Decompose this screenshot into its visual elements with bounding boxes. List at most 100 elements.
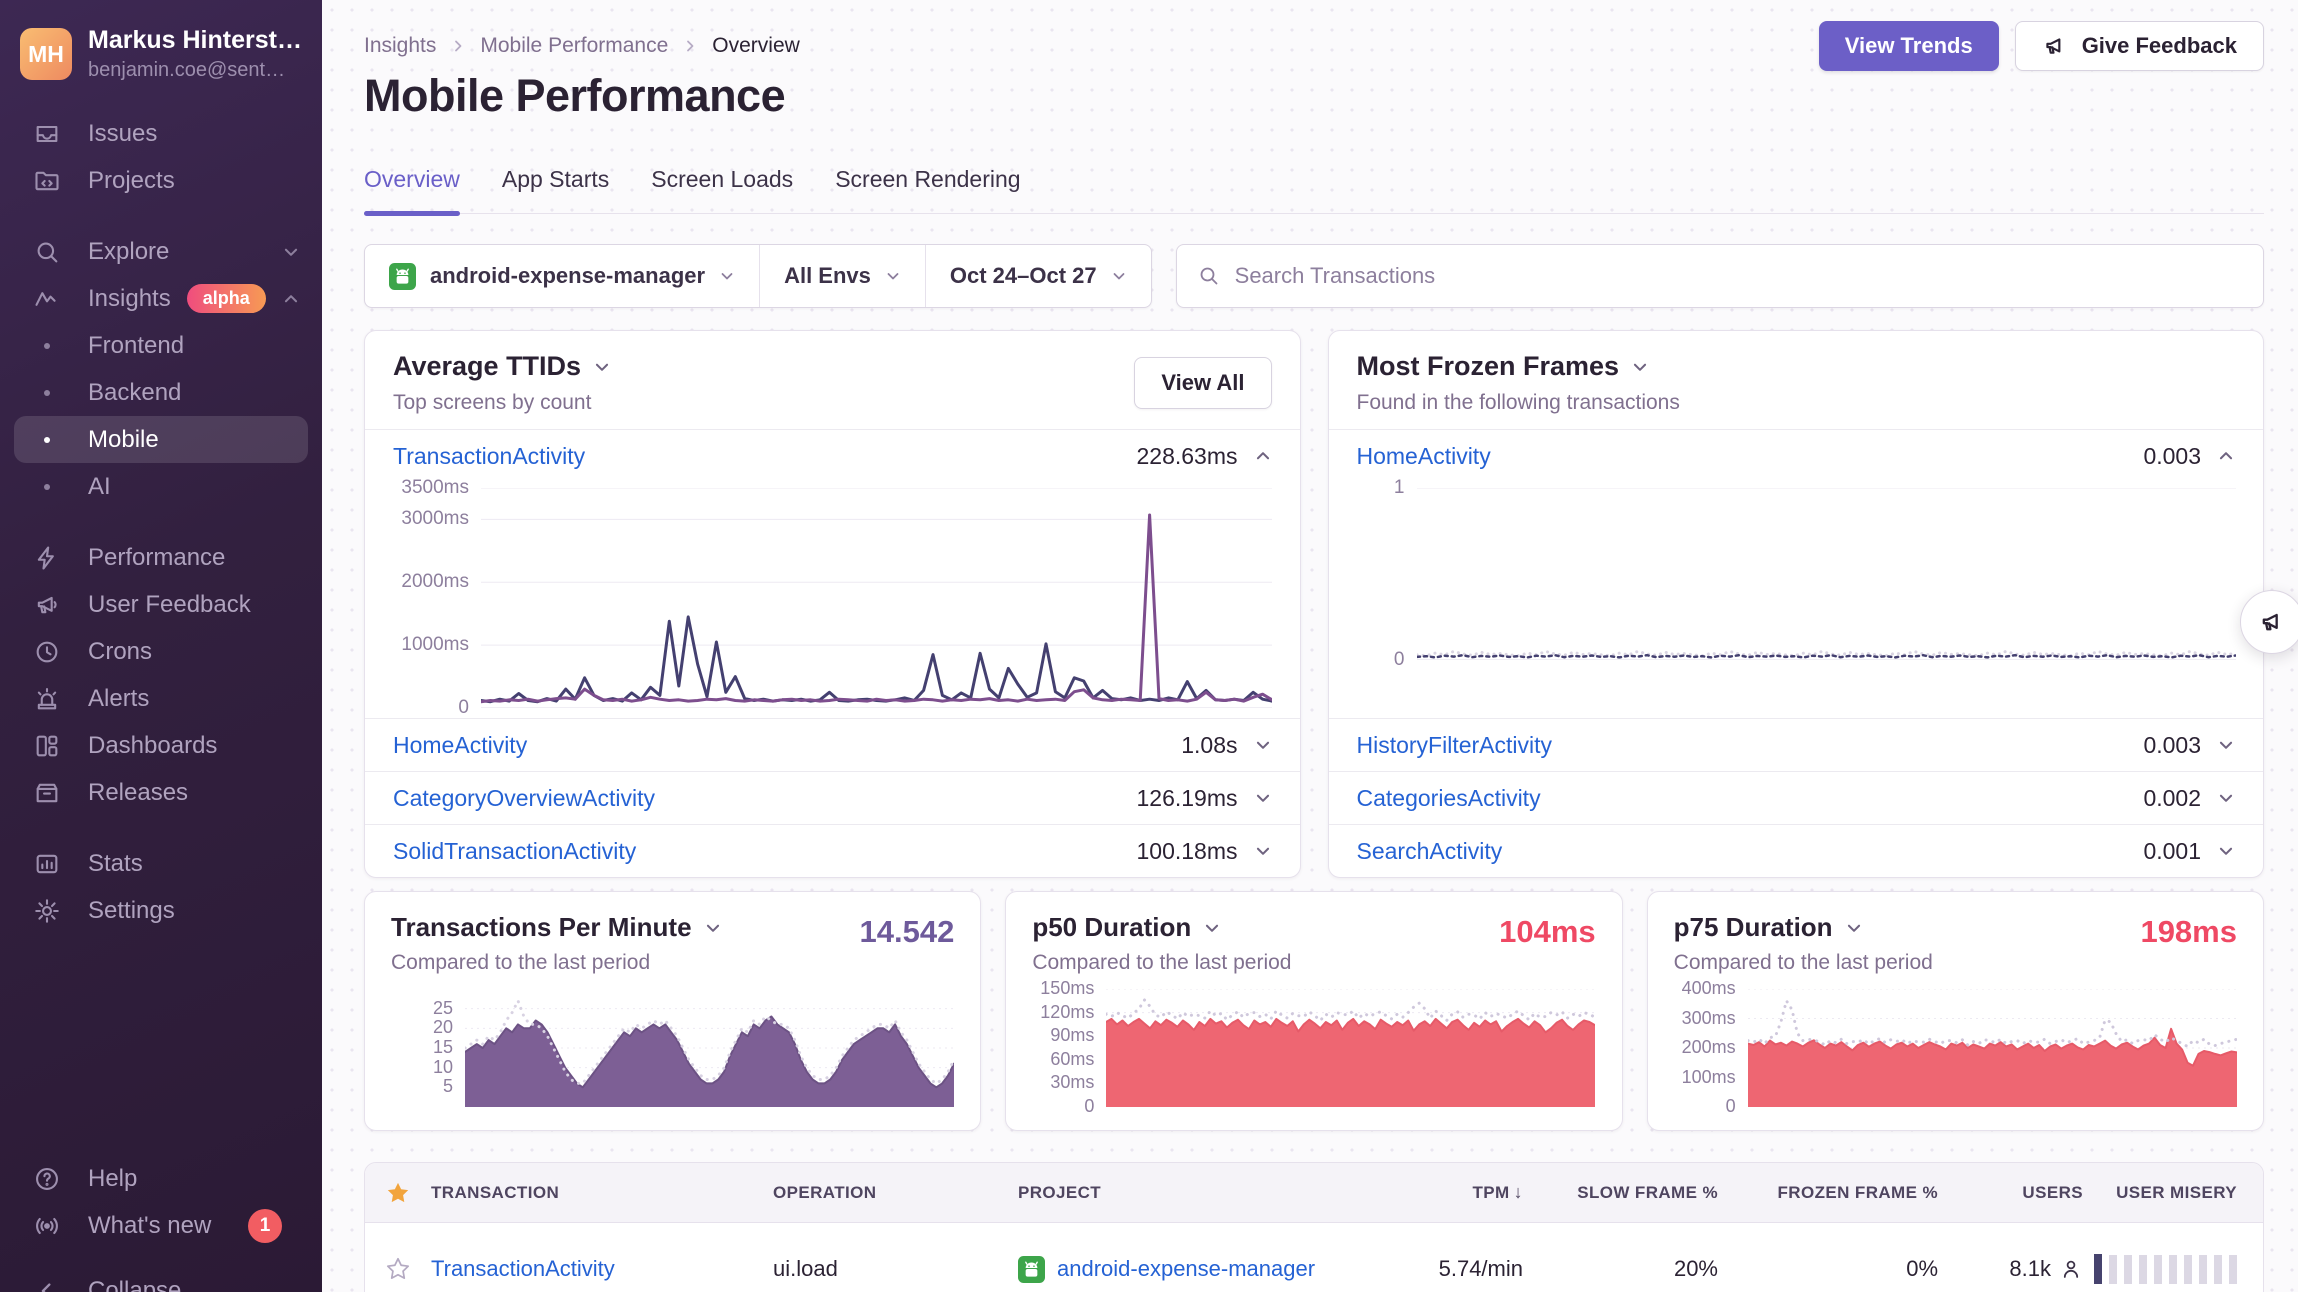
transaction-link[interactable]: HomeActivity: [393, 732, 527, 759]
expand-row-icon[interactable]: [2217, 842, 2235, 860]
collapse-row-icon[interactable]: [2217, 447, 2235, 465]
nav-divider: [0, 204, 322, 228]
column-header-slow-frame[interactable]: SLOW FRAME %: [1523, 1183, 1718, 1203]
transaction-link[interactable]: HistoryFilterActivity: [1357, 732, 1553, 759]
nav-divider: [0, 510, 322, 534]
transaction-link[interactable]: CategoryOverviewActivity: [393, 785, 655, 812]
sidebar-item-whats-new[interactable]: What's new 1: [0, 1202, 322, 1249]
expand-row-icon[interactable]: [1254, 789, 1272, 807]
project-selector[interactable]: android-expense-manager: [365, 245, 759, 307]
star-toggle[interactable]: [365, 1256, 431, 1282]
date-range-selector[interactable]: Oct 24–Oct 27: [925, 245, 1151, 307]
column-header-operation[interactable]: OPERATION: [773, 1183, 1018, 1203]
panel-subtitle: Top screens by count: [393, 391, 611, 415]
column-header-transaction[interactable]: TRANSACTION: [431, 1183, 773, 1203]
tab-app-starts[interactable]: App Starts: [502, 166, 609, 213]
dashboards-icon: [32, 731, 62, 761]
transaction-link[interactable]: CategoriesActivity: [1357, 785, 1541, 812]
tab-screen-loads[interactable]: Screen Loads: [651, 166, 793, 213]
ttid-row-transactionactivity: TransactionActivity 228.63ms: [365, 429, 1300, 482]
breadcrumb-insights[interactable]: Insights: [364, 34, 436, 58]
android-icon: [1018, 1256, 1045, 1283]
floating-feedback-button[interactable]: [2240, 590, 2298, 654]
sidebar-item-insights[interactable]: Insights alpha: [0, 275, 322, 322]
sidebar-item-ai[interactable]: AI: [0, 463, 322, 510]
sidebar-item-mobile[interactable]: Mobile: [14, 416, 308, 463]
sidebar-item-dashboards[interactable]: Dashboards: [0, 722, 322, 769]
frozen-frame-cell: 0%: [1718, 1256, 1938, 1282]
sidebar-collapse-button[interactable]: Collapse: [0, 1267, 322, 1292]
transaction-link[interactable]: HomeActivity: [1357, 443, 1491, 470]
sidebar-item-issues[interactable]: Issues: [0, 110, 322, 157]
panel-header: Most Frozen Frames Found in the followin…: [1329, 331, 2264, 429]
y-tick-label: 1: [1394, 477, 1405, 499]
transaction-link[interactable]: TransactionActivity: [393, 443, 585, 470]
panel-title-row[interactable]: Average TTIDs: [393, 351, 611, 382]
y-tick-label: 100ms: [1682, 1067, 1736, 1088]
sidebar-item-alerts[interactable]: Alerts: [0, 675, 322, 722]
tab-screen-rendering[interactable]: Screen Rendering: [835, 166, 1020, 213]
collapse-row-icon[interactable]: [1254, 447, 1272, 465]
sidebar-item-explore[interactable]: Explore: [0, 228, 322, 275]
app-window: MH Markus Hinterst… benjamin.coe@sent… I…: [0, 0, 2298, 1292]
sidebar-item-frontend[interactable]: Frontend: [0, 322, 322, 369]
sidebar: MH Markus Hinterst… benjamin.coe@sent… I…: [0, 0, 322, 1292]
expand-row-icon[interactable]: [2217, 736, 2235, 754]
chevron-down-icon: [719, 268, 735, 284]
transaction-link[interactable]: SolidTransactionActivity: [393, 838, 636, 865]
give-feedback-button[interactable]: Give Feedback: [2015, 21, 2264, 71]
sidebar-item-performance[interactable]: Performance: [0, 534, 322, 581]
siren-icon: [32, 684, 62, 714]
y-tick-label: 25: [433, 998, 453, 1019]
expand-row-icon[interactable]: [2217, 789, 2235, 807]
nav-divider: [0, 816, 322, 840]
sidebar-item-backend[interactable]: Backend: [0, 369, 322, 416]
transaction-link[interactable]: TransactionActivity: [431, 1256, 615, 1281]
tab-overview[interactable]: Overview: [364, 166, 460, 213]
view-trends-button[interactable]: View Trends: [1819, 21, 1999, 71]
view-all-button[interactable]: View All: [1134, 357, 1271, 409]
sidebar-item-projects[interactable]: Projects: [0, 157, 322, 204]
operation-cell: ui.load: [773, 1256, 1018, 1282]
p50-duration-card: p50 Duration 104ms Compared to the last …: [1005, 891, 1622, 1131]
sidebar-item-settings[interactable]: Settings: [0, 887, 322, 934]
user-info: Markus Hinterst… benjamin.coe@sent…: [88, 26, 302, 82]
sidebar-item-help[interactable]: Help: [0, 1155, 322, 1202]
star-header-icon[interactable]: [365, 1180, 431, 1206]
column-header-frozen-frame[interactable]: FROZEN FRAME %: [1718, 1183, 1938, 1203]
column-header-project[interactable]: PROJECT: [1018, 1183, 1353, 1203]
environment-selector[interactable]: All Envs: [759, 245, 925, 307]
y-tick-label: 20: [433, 1017, 453, 1038]
card-title: Transactions Per Minute: [391, 912, 692, 943]
sidebar-item-crons[interactable]: Crons: [0, 628, 322, 675]
expand-row-icon[interactable]: [1254, 842, 1272, 860]
column-header-user-misery[interactable]: USER MISERY: [2083, 1183, 2263, 1203]
notification-badge: 1: [248, 1209, 282, 1243]
sidebar-item-label: Dashboards: [88, 732, 217, 760]
project-link[interactable]: android-expense-manager: [1057, 1256, 1315, 1282]
chevron-down-icon: [1845, 919, 1863, 937]
user-menu[interactable]: MH Markus Hinterst… benjamin.coe@sent…: [0, 0, 322, 100]
person-icon: [2059, 1257, 2083, 1281]
main-content: Insights Mobile Performance Overview Vie…: [322, 0, 2298, 1292]
column-header-tpm[interactable]: TPM↓: [1353, 1182, 1523, 1203]
sidebar-item-releases[interactable]: Releases: [0, 769, 322, 816]
table-header: TRANSACTION OPERATION PROJECT TPM↓ SLOW …: [365, 1163, 2263, 1223]
frozen-row-homeactivity: HomeActivity 0.003: [1329, 429, 2264, 482]
sidebar-item-label: Issues: [88, 120, 157, 148]
y-axis: 10: [1357, 488, 1417, 660]
search-input[interactable]: [1235, 263, 2243, 289]
sidebar-item-label: Crons: [88, 638, 152, 666]
user-misery-bars: [2094, 1246, 2237, 1292]
megaphone-icon: [32, 590, 62, 620]
sidebar-item-stats[interactable]: Stats: [0, 840, 322, 887]
column-header-users[interactable]: USERS: [1938, 1183, 2083, 1203]
sidebar-item-label: Settings: [88, 897, 175, 925]
sidebar-nav: Issues Projects Explore Insights alpha F…: [0, 100, 322, 1155]
breadcrumb-mobile-performance[interactable]: Mobile Performance: [480, 34, 668, 58]
panel-title-row[interactable]: Most Frozen Frames: [1357, 351, 1680, 382]
expand-row-icon[interactable]: [1254, 736, 1272, 754]
sidebar-item-user-feedback[interactable]: User Feedback: [0, 581, 322, 628]
transaction-link[interactable]: SearchActivity: [1357, 838, 1503, 865]
chart-svg: [1748, 989, 2237, 1107]
